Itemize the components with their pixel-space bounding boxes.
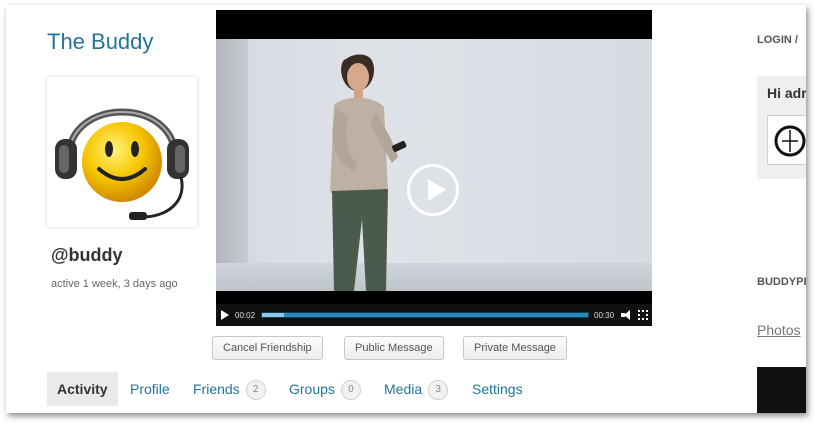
progress-rail[interactable] [261, 312, 589, 318]
tab-media[interactable]: Media 3 [384, 372, 449, 406]
smiley-headset-avatar-icon [55, 108, 189, 220]
video-player[interactable]: 00:02 00:30 [216, 10, 652, 326]
duration-time: 00:30 [594, 311, 615, 320]
sidebar-avatar[interactable] [767, 115, 806, 165]
tab-label: Groups [289, 381, 335, 397]
video-controls: 00:02 00:30 [216, 304, 652, 326]
groups-count-badge: 0 [340, 380, 361, 401]
friends-count-badge: 2 [245, 380, 266, 401]
cancel-friendship-button[interactable]: Cancel Friendship [212, 336, 323, 360]
tab-label: Profile [130, 381, 170, 397]
sidebar-login-heading: LOGIN / [757, 34, 798, 46]
last-active-text: active 1 week, 3 days ago [51, 278, 178, 290]
video-frame [216, 39, 652, 291]
tab-settings[interactable]: Settings [472, 372, 523, 406]
profile-handle: @buddy [51, 245, 123, 265]
big-play-button[interactable] [407, 164, 459, 216]
progress-loaded [262, 313, 284, 317]
tab-profile[interactable]: Profile [130, 372, 170, 406]
fullscreen-icon[interactable] [638, 310, 648, 320]
media-count-badge: 3 [428, 380, 449, 401]
tab-groups[interactable]: Groups 0 [289, 372, 361, 406]
sidebar-buddypress-heading: BUDDYPR [757, 276, 806, 288]
play-icon [428, 179, 446, 201]
sidebar-photos-link[interactable]: Photos [757, 322, 801, 338]
sidebar-media-thumbnail[interactable] [757, 367, 806, 413]
tab-label: Settings [472, 381, 523, 397]
volume-icon[interactable] [621, 310, 632, 320]
current-time: 00:02 [235, 311, 256, 320]
tab-label: Media [384, 381, 423, 397]
tab-friends[interactable]: Friends 2 [193, 372, 266, 406]
tab-label: Friends [193, 381, 240, 397]
play-pause-icon[interactable] [221, 310, 229, 320]
public-message-button[interactable]: Public Message [344, 336, 444, 360]
private-message-button[interactable]: Private Message [463, 336, 567, 360]
sidebar-avatar-icon [774, 125, 806, 157]
profile-avatar[interactable] [47, 77, 197, 227]
site-title[interactable]: The Buddy [47, 29, 153, 55]
sidebar-greeting: Hi adr [767, 85, 806, 101]
tab-activity[interactable]: Activity [47, 372, 118, 406]
tab-label: Activity [57, 381, 108, 397]
page-frame: The Buddy @buddy active 1 week, 3 days a… [6, 5, 806, 413]
